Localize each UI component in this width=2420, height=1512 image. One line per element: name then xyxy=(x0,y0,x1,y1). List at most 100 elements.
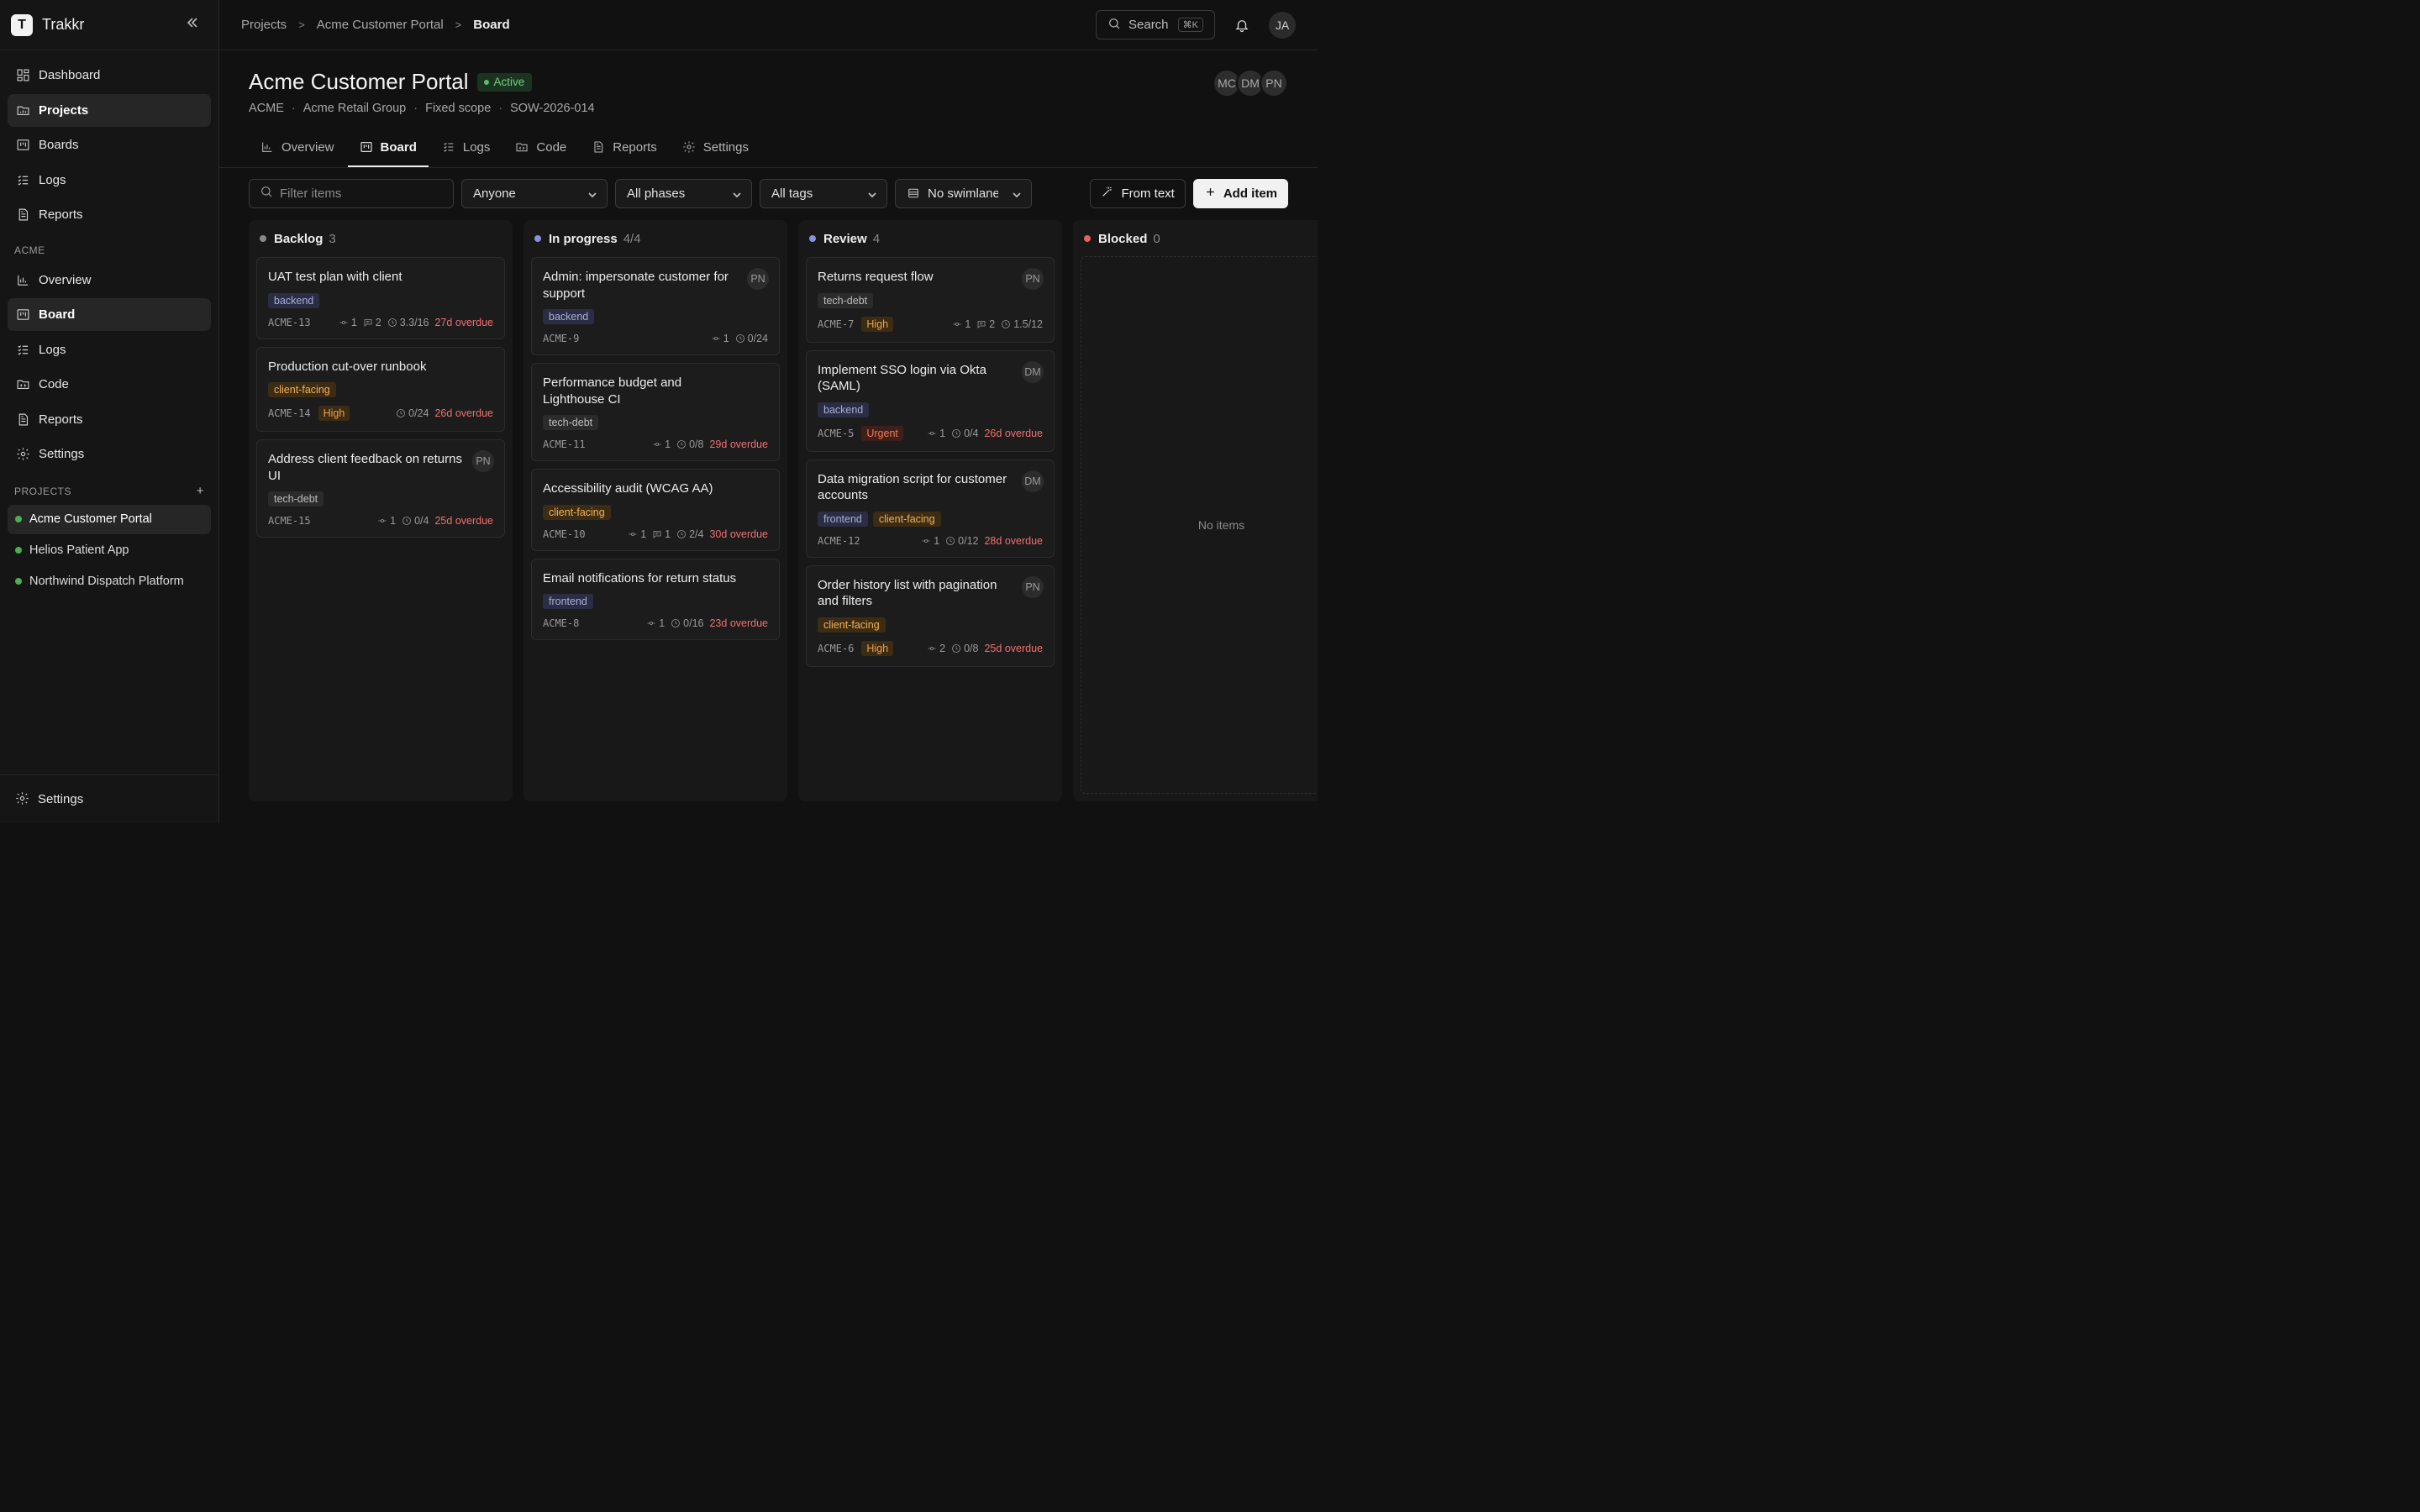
card-assignee-avatar[interactable]: PN xyxy=(747,268,769,290)
card-id: ACME-12 xyxy=(818,534,860,547)
tab-overview[interactable]: Overview xyxy=(249,129,346,167)
add-item-button[interactable]: Add item xyxy=(1192,178,1288,208)
work-item-card[interactable]: Implement SSO login via Okta (SAML) DM bac… xyxy=(806,349,1055,452)
project-status-dot xyxy=(15,516,22,522)
search-icon xyxy=(1107,17,1128,34)
user-avatar[interactable]: JA xyxy=(1269,11,1296,39)
clock-icon xyxy=(676,529,689,539)
tag-badge: backend xyxy=(543,309,595,324)
tab-code[interactable]: Code xyxy=(503,129,578,167)
card-tags: client-facing xyxy=(268,382,493,397)
tag-badge: backend xyxy=(818,402,870,417)
sidebar: T Trakkr Dashboard Projects Boards Logs Repo… xyxy=(0,0,219,823)
card-id: ACME-11 xyxy=(543,438,586,450)
kanban-board: Backlog 3 UAT test plan with client backend… xyxy=(249,220,1318,801)
work-item-card[interactable]: Admin: impersonate customer for support P… xyxy=(531,257,780,355)
clock-icon xyxy=(387,318,400,328)
work-item-card[interactable]: Accessibility audit (WCAG AA) client-faci… xyxy=(531,469,780,551)
card-assignee-avatar[interactable]: PN xyxy=(1022,268,1044,290)
tab-label: Logs xyxy=(462,139,491,155)
clock-stat: 0/24 xyxy=(396,407,429,419)
card-id: ACME-15 xyxy=(268,515,311,527)
card-assignee-avatar[interactable]: DM xyxy=(1022,470,1044,492)
workspace-item-overview[interactable]: Overview xyxy=(8,264,211,297)
column-status-dot xyxy=(809,235,816,242)
bell-icon[interactable] xyxy=(1234,17,1250,34)
sidebar-item-projects[interactable]: Projects xyxy=(8,93,211,127)
breadcrumb-project[interactable]: Acme Customer Portal xyxy=(317,18,444,32)
folder-code-icon xyxy=(515,140,536,154)
tab-reports[interactable]: Reports xyxy=(580,129,669,167)
card-footer: ACME-5 Urgent 1 0/4 26d overdue xyxy=(818,425,1043,441)
global-search-button[interactable]: Search ⌘K xyxy=(1096,10,1215,39)
workspace-item-logs[interactable]: Logs xyxy=(8,333,211,366)
workspace-item-settings[interactable]: Settings xyxy=(8,438,211,470)
work-item-card[interactable]: Email notifications for return status fro… xyxy=(531,558,780,640)
clock-icon xyxy=(735,333,748,344)
card-tags: tech-debt xyxy=(818,292,1043,308)
collapse-sidebar-icon[interactable] xyxy=(186,16,199,34)
phase-select[interactable]: All phases xyxy=(615,178,752,208)
meta-item: SOW-2026-014 xyxy=(510,102,595,115)
project-link-helios-patient-app[interactable]: Helios Patient App xyxy=(8,536,211,565)
filter-items-input[interactable]: Filter items xyxy=(249,178,454,208)
project-link-northwind-dispatch-platform[interactable]: Northwind Dispatch Platform xyxy=(8,567,211,596)
clock-icon xyxy=(396,408,408,418)
card-stats: 1 0/12 28d overdue xyxy=(921,535,1043,547)
column-in-progress: In progress 4/4 Admin: impersonate custome… xyxy=(523,220,787,801)
workspace-item-board[interactable]: Board xyxy=(8,298,211,331)
work-item-card[interactable]: UAT test plan with client backend ACME-13 1… xyxy=(256,257,505,339)
project-status-dot xyxy=(15,578,22,585)
project-link-label: Helios Patient App xyxy=(29,543,129,557)
commit-stat: 1 xyxy=(377,515,396,527)
card-title: Email notifications for return status xyxy=(543,570,737,585)
commit-icon xyxy=(646,618,659,628)
sidebar-settings[interactable]: Settings xyxy=(0,774,218,823)
add-project-button[interactable]: + xyxy=(197,484,204,498)
sidebar-item-logs[interactable]: Logs xyxy=(8,164,211,197)
card-assignee-avatar[interactable]: PN xyxy=(472,450,494,472)
swimlane-select[interactable]: No swimlane xyxy=(895,178,1032,208)
topbar: Projects > Acme Customer Portal > Board … xyxy=(219,0,1318,50)
tags-select[interactable]: All tags xyxy=(760,178,887,208)
from-text-button[interactable]: From text xyxy=(1090,178,1186,208)
tab-logs[interactable]: Logs xyxy=(430,129,502,167)
overdue-text-stat: 26d overdue xyxy=(984,427,1043,439)
clock-icon xyxy=(951,643,964,654)
sidebar-item-dashboard[interactable]: Dashboard xyxy=(8,59,211,92)
card-assignee-avatar[interactable]: PN xyxy=(1022,575,1044,598)
document-icon xyxy=(592,140,613,154)
workspace-item-code[interactable]: Code xyxy=(8,368,211,401)
sidebar-item-reports[interactable]: Reports xyxy=(8,198,211,231)
work-item-card[interactable]: Order history list with pagination and f… xyxy=(806,564,1055,667)
work-item-card[interactable]: Address client feedback on returns UI PN t… xyxy=(256,439,505,538)
assignee-select[interactable]: Anyone xyxy=(461,178,608,208)
breadcrumb-projects[interactable]: Projects xyxy=(241,18,287,32)
project-meta: ACME · Acme Retail Group · Fixed scope · SOW-2… xyxy=(249,102,1288,115)
commit-icon xyxy=(652,439,665,449)
chevron-down-icon xyxy=(587,189,597,198)
clock-stat: 3.3/16 xyxy=(387,317,429,328)
work-item-card[interactable]: Returns request flow PN tech-debt ACME-7 Hig… xyxy=(806,257,1055,343)
card-title: Data migration script for customer accou… xyxy=(818,471,1007,503)
project-link-acme-customer-portal[interactable]: Acme Customer Portal xyxy=(8,504,211,534)
work-item-card[interactable]: Data migration script for customer accou… xyxy=(806,459,1055,558)
column-header: Blocked 0 xyxy=(1081,227,1318,250)
work-item-card[interactable]: Performance budget and Lighthouse CI tech… xyxy=(531,363,780,461)
card-assignee-avatar[interactable]: DM xyxy=(1022,360,1044,383)
clock-icon xyxy=(1001,319,1013,329)
tag-badge: tech-debt xyxy=(268,491,324,507)
member-avatar[interactable]: PN xyxy=(1260,69,1288,97)
card-stats: 2 0/8 25d overdue xyxy=(927,643,1043,654)
sidebar-item-boards[interactable]: Boards xyxy=(8,129,211,161)
clock-stat: 0/8 xyxy=(676,438,703,450)
workspace-item-reports[interactable]: Reports xyxy=(8,403,211,436)
tab-board[interactable]: Board xyxy=(347,129,429,167)
main-area: Projects > Acme Customer Portal > Board … xyxy=(219,0,1318,823)
gear-icon xyxy=(682,140,703,154)
projects-section-header: PROJECTS + xyxy=(0,483,218,500)
sidebar-item-label: Projects xyxy=(39,102,89,118)
card-tags: frontend client-facing xyxy=(818,511,1043,527)
work-item-card[interactable]: Production cut-over runbook client-facing… xyxy=(256,346,505,432)
tab-settings[interactable]: Settings xyxy=(671,129,760,167)
